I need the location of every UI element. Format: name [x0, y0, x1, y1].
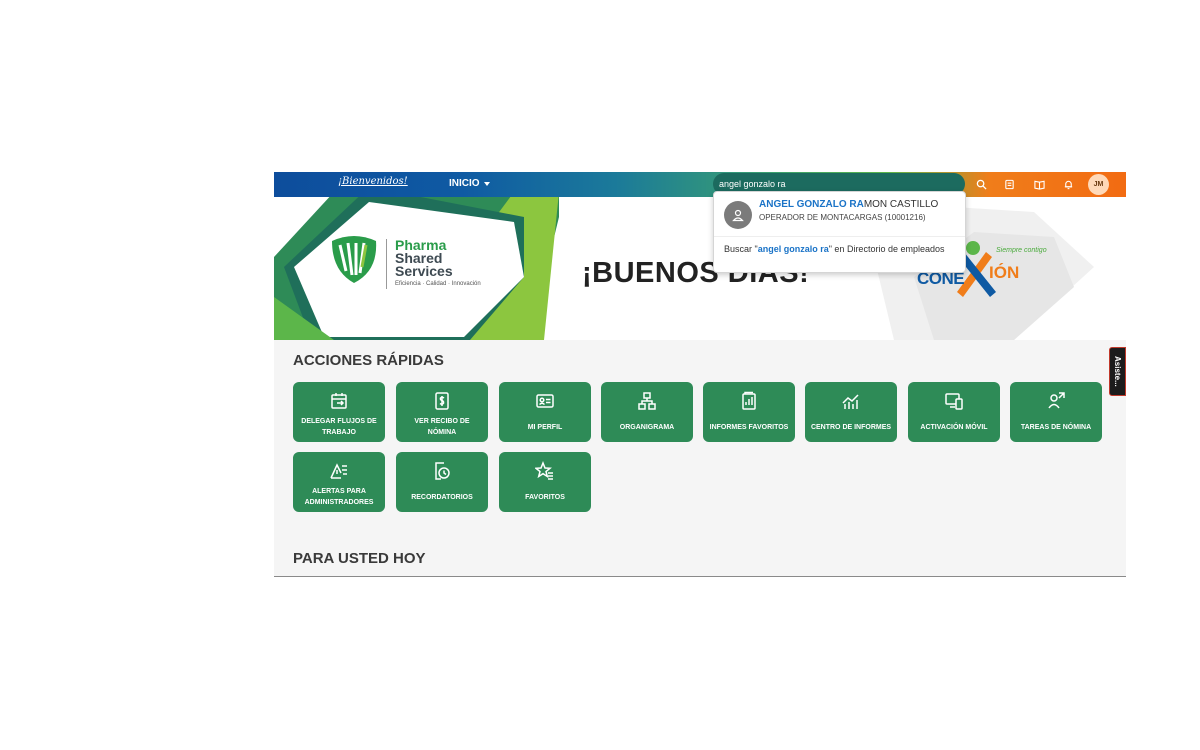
tile-label: ACTIVACIÓN MÓVIL: [920, 423, 988, 431]
logo-text-services: Services: [395, 263, 453, 279]
alert-list-icon: [330, 463, 347, 479]
tile-label: MI PERFIL: [527, 423, 563, 431]
user-icon: [732, 209, 744, 222]
result-employee-role: OPERADOR DE MONTACARGAS (10001216): [759, 213, 926, 222]
user-avatar[interactable]: JM: [1088, 174, 1109, 195]
tile-label: DELEGAR FLUJOS DE TRABAJO: [301, 418, 377, 436]
welcome-banner: Pharma Shared Services Eficiencia · Cali…: [274, 197, 1126, 340]
conexion-tagline: Siempre contigo: [996, 247, 1047, 254]
search-directory-link[interactable]: Buscar "angel gonzalo ra" en Directorio …: [724, 243, 954, 255]
tile-mobile-activation[interactable]: ACTIVACIÓN MÓVIL: [908, 382, 1000, 442]
tile-delegate-workflows[interactable]: DELEGAR FLUJOS DE TRABAJO: [293, 382, 385, 442]
person-task-icon: [1048, 392, 1065, 409]
notes-icon[interactable]: [1000, 175, 1018, 193]
tile-label: ORGANIGRAMA: [619, 423, 675, 431]
chevron-down-icon: [483, 181, 490, 186]
tile-report-center[interactable]: CENTRO DE INFORMES: [805, 382, 897, 442]
tile-label: TAREAS DE NÓMINA: [1020, 423, 1092, 431]
report-icon: [742, 391, 756, 410]
result-name-rest: MON CASTILLO: [863, 199, 939, 210]
home-nav-menu[interactable]: INICIO: [449, 178, 490, 189]
search-link-prefix: Buscar ": [724, 244, 758, 254]
tile-favorites[interactable]: FAVORITOS: [499, 452, 591, 512]
receipt-dollar-icon: [435, 392, 449, 410]
search-link-suffix: " en Directorio de empleados: [828, 244, 945, 254]
bell-icon[interactable]: [1059, 175, 1077, 193]
tile-label: ALERTAS PARA ADMINISTRADORES: [304, 488, 374, 506]
welcome-logo[interactable]: ¡Bienvenidos!: [338, 176, 408, 187]
top-header-bar: ¡Bienvenidos! INICIO JM: [274, 172, 1126, 197]
id-card-icon: [536, 394, 554, 408]
result-avatar: [724, 201, 752, 229]
chart-line-icon: [842, 394, 859, 409]
search-suggestions-dropdown: ANGEL GONZALO RAMON CASTILLO OPERADOR DE…: [713, 191, 966, 273]
tile-payroll-receipt[interactable]: VER RECIBO DE NÓMINA: [396, 382, 488, 442]
devices-icon: [945, 393, 963, 410]
assistant-tab[interactable]: Asiste...: [1109, 347, 1126, 396]
search-link-term: angel gonzalo ra: [757, 244, 829, 254]
conexion-logo-right: IÓN: [989, 263, 1020, 282]
logo-divider: [386, 239, 387, 289]
tile-label: CENTRO DE INFORMES: [810, 423, 892, 431]
result-name-match: ANGEL GONZALO RA: [759, 199, 864, 210]
book-icon[interactable]: [1030, 175, 1048, 193]
pharma-logo-icon: [332, 236, 377, 283]
tile-label: FAVORITOS: [525, 493, 565, 501]
dropdown-divider: [714, 236, 965, 237]
tile-org-chart[interactable]: ORGANIGRAMA: [601, 382, 693, 442]
tile-label: RECORDATORIOS: [411, 493, 473, 501]
tile-reminders[interactable]: RECORDATORIOS: [396, 452, 488, 512]
today-section-heading: PARA USTED HOY: [293, 550, 426, 567]
calendar-arrow-icon: [331, 393, 347, 409]
tile-admin-alerts[interactable]: ALERTAS PARA ADMINISTRADORES: [293, 452, 385, 512]
tile-my-profile[interactable]: MI PERFIL: [499, 382, 591, 442]
quick-actions-heading: ACCIONES RÁPIDAS: [293, 352, 444, 369]
org-chart-icon: [638, 392, 656, 410]
tile-label: INFORMES FAVORITOS: [709, 423, 789, 431]
app-window: ¡Bienvenidos! INICIO JM: [274, 172, 1126, 577]
search-icon[interactable]: [972, 175, 990, 193]
result-employee-name[interactable]: ANGEL GONZALO RAMON CASTILLO: [759, 199, 938, 210]
reminder-icon: [435, 462, 450, 480]
home-nav-label: INICIO: [449, 178, 480, 189]
star-list-icon: [535, 461, 553, 480]
tile-payroll-tasks[interactable]: TAREAS DE NÓMINA: [1010, 382, 1102, 442]
logo-tagline: Eficiencia · Calidad · Innovación: [395, 281, 481, 287]
tile-label: VER RECIBO DE NÓMINA: [414, 418, 470, 436]
tile-favorite-reports[interactable]: INFORMES FAVORITOS: [703, 382, 795, 442]
